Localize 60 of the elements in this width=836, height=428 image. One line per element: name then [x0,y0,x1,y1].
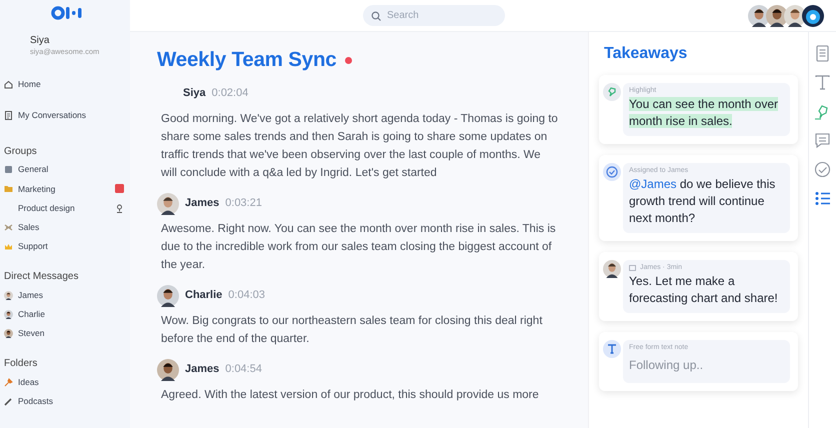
crown-icon [4,242,13,252]
folder-icon [4,184,13,194]
commenter-avatar [603,260,621,278]
check-circle-icon [814,160,831,178]
speaker-name: James [185,196,220,212]
highlight-text: You can see the month over month rise in sales. [629,96,779,130]
section-header: Direct Messages [4,270,80,284]
timestamp: 0:02:04 [212,86,248,102]
section-header: Folders [4,357,38,372]
highlighter-icon [603,83,621,102]
speaker-name: Charlie [185,288,222,304]
search-icon [371,10,381,20]
contact-item[interactable]: Charlie [4,304,130,324]
toolbar-button[interactable] [814,44,832,62]
message-text: Agreed. With the latest version of our product, this should provide us more [161,388,540,403]
user-avatar [802,4,824,26]
panel-title: Takeaways [604,44,688,64]
text-icon [603,340,621,358]
nav-item[interactable]: Home [4,69,130,100]
toolbar-button[interactable] [814,160,832,178]
contact-item[interactable]: James [4,285,130,305]
message-text: Good morning. We've got a relatively short agenda today - Thomas is going to share some sales trends and then Sarah is going to share some updates on traffic trends that we've been observing over the last couple of months. We will conclude with a q&a led by Ingrid. Let's get started [161,112,559,181]
search-field[interactable]: Search [363,5,505,26]
avatar [4,290,13,300]
section-header: Groups [4,145,38,159]
contact-item[interactable]: Steven [4,324,130,344]
pen-icon [4,396,13,406]
document-icon [814,44,831,62]
search-input[interactable]: Search [385,7,485,24]
user-name: Siya [29,34,50,47]
folder-item[interactable]: Ideas [4,372,130,392]
avatar [4,310,13,319]
home-icon [4,80,13,89]
conversation-title: Weekly Team Sync [157,48,336,73]
logo-icon [51,6,83,20]
timestamp: 0:03:21 [225,196,262,212]
speaker-name: James [185,362,220,378]
message-text: Awesome. Right now. You can see the month over month rise in sales. This is due to the incredible work from our sales team closing the biggest account of the year. [161,222,557,273]
group-item[interactable]: Support [4,237,130,256]
card-text: Yes. Let me make a forecasting chart and share! [629,273,779,308]
brush-icon [4,378,13,387]
toolbar-button[interactable] [814,73,832,91]
message-text: Wow. Big congrats to our northeastern sales team for closing this deal right before the end of the quarter. [161,314,544,347]
list-icon [814,190,831,206]
nav-item[interactable]: My Conversations [4,100,130,131]
timestamp: 0:04:54 [225,362,262,378]
avatar [4,329,13,338]
toolbar-button[interactable] [814,189,832,207]
group-item[interactable]: Product design [4,198,130,218]
speaker-name: Siya [183,86,206,102]
group-item[interactable]: Marketing [4,179,130,199]
group-item[interactable]: General [4,160,130,180]
document-icon [4,111,13,120]
folder-item[interactable]: Podcasts [4,392,130,411]
card-text: @James do we believe this growth trend will continue next month? [629,176,776,228]
timestamp: 0:04:03 [228,288,265,304]
text-icon [814,74,831,90]
monitor-icon [4,165,13,174]
group-item[interactable]: Sales [4,218,130,238]
check-circle-icon [603,163,621,182]
